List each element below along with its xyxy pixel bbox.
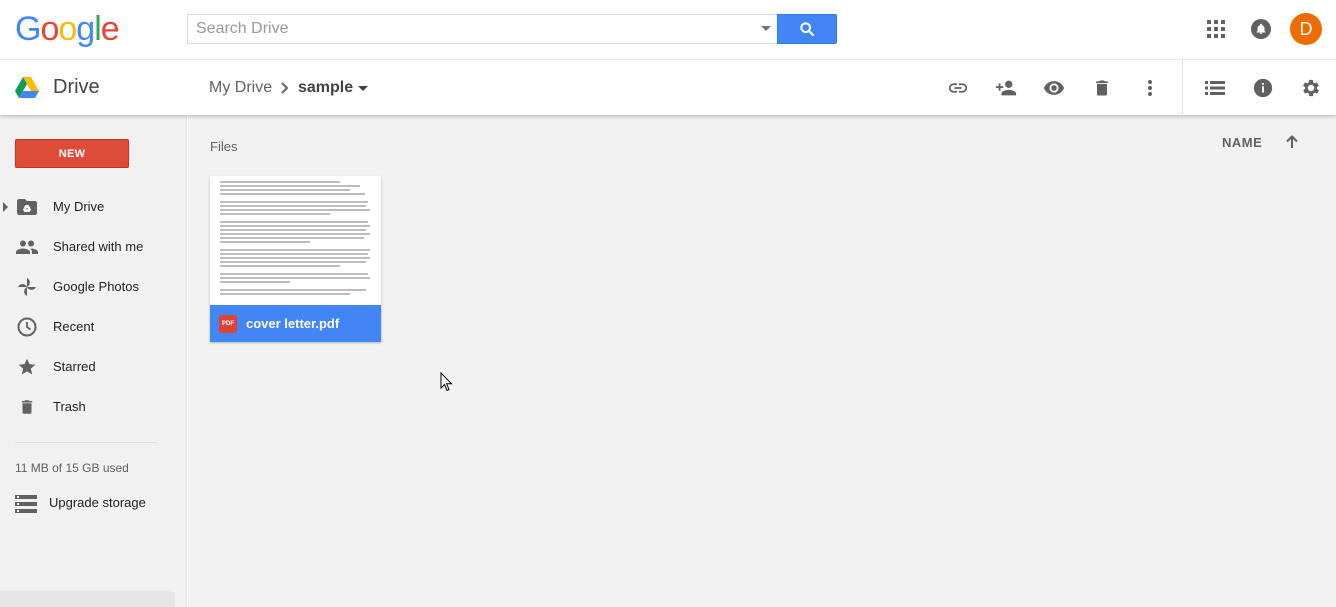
files-section-heading: Files — [210, 139, 238, 154]
top-bar: Google D — [0, 0, 1336, 59]
search-icon — [800, 22, 815, 37]
info-icon[interactable] — [1251, 76, 1275, 100]
drive-logo-icon[interactable] — [15, 77, 39, 98]
sidebar-item-label: Starred — [53, 359, 96, 374]
file-name: cover letter.pdf — [246, 316, 340, 331]
sidebar-item-starred[interactable]: Starred — [0, 351, 187, 383]
drive-toolbar: Drive My Drive sample — [0, 59, 1336, 116]
logo-letter: g — [76, 10, 95, 48]
search-input[interactable] — [188, 15, 748, 43]
app-title[interactable]: Drive — [53, 76, 100, 99]
mouse-cursor-icon — [440, 372, 453, 392]
pdf-file-icon: PDF — [219, 315, 237, 333]
expand-arrow-icon[interactable] — [3, 202, 8, 212]
sidebar-item-my-drive[interactable]: My Drive — [0, 191, 187, 223]
pinwheel-photos-icon — [16, 276, 38, 298]
logo-letter: o — [40, 10, 59, 48]
file-list-area: Files NAME PDF cover letter.pdf — [188, 115, 1336, 607]
search-button[interactable] — [777, 14, 837, 44]
search-box — [187, 14, 777, 44]
google-logo[interactable]: Google — [15, 10, 120, 49]
more-vert-icon[interactable] — [1138, 76, 1162, 100]
logo-letter: G — [15, 10, 41, 48]
breadcrumb-my-drive[interactable]: My Drive — [209, 79, 272, 97]
sidebar: NEW My Drive Shared with me Google Photo… — [0, 115, 187, 607]
sidebar-bottom-panel — [0, 591, 175, 607]
file-thumbnail — [210, 176, 381, 306]
search-options-dropdown-icon[interactable] — [761, 26, 771, 31]
star-icon — [16, 356, 38, 378]
sidebar-item-label: Recent — [53, 319, 95, 334]
sidebar-item-google-photos[interactable]: Google Photos — [0, 271, 187, 303]
avatar[interactable]: D — [1290, 13, 1322, 45]
chevron-right-icon — [281, 82, 289, 94]
sidebar-divider — [15, 442, 157, 443]
upgrade-storage-link[interactable]: Upgrade storage — [0, 489, 187, 519]
sort-by-name-button[interactable]: NAME — [1222, 135, 1262, 150]
sidebar-item-shared-with-me[interactable]: Shared with me — [0, 231, 187, 263]
new-button[interactable]: NEW — [15, 139, 129, 168]
upgrade-storage-label: Upgrade storage — [49, 495, 146, 510]
preview-eye-icon[interactable] — [1042, 76, 1066, 100]
sidebar-item-label: Shared with me — [53, 239, 144, 254]
breadcrumb-current-folder[interactable]: sample — [298, 79, 353, 97]
list-view-icon[interactable] — [1203, 76, 1227, 100]
trash-icon[interactable] — [1090, 76, 1114, 100]
sidebar-item-label: My Drive — [53, 199, 105, 214]
toolbar-divider — [1182, 60, 1183, 116]
folder-menu-dropdown-icon[interactable] — [358, 86, 368, 91]
share-person-add-icon[interactable] — [994, 76, 1018, 100]
sidebar-item-label: Trash — [53, 399, 86, 414]
sidebar-item-label: Google Photos — [53, 279, 140, 294]
get-link-icon[interactable] — [946, 76, 970, 100]
logo-letter: e — [100, 10, 120, 48]
storage-usage-text: 11 MB of 15 GB used — [15, 461, 129, 475]
notifications-bell-icon[interactable] — [1251, 19, 1271, 39]
file-name-bar[interactable]: PDF cover letter.pdf — [210, 305, 381, 342]
pdf-badge: PDF — [221, 319, 235, 329]
sidebar-item-recent[interactable]: Recent — [0, 311, 187, 343]
arrow-up-icon[interactable] — [1283, 133, 1301, 151]
sidebar-item-trash[interactable]: Trash — [0, 391, 187, 423]
file-card[interactable]: PDF cover letter.pdf — [210, 176, 381, 342]
settings-gear-icon[interactable] — [1299, 76, 1323, 100]
apps-grid-icon[interactable] — [1207, 20, 1225, 38]
trash-icon — [16, 396, 38, 418]
logo-letter: o — [58, 10, 77, 48]
my-drive-folder-icon — [16, 196, 38, 218]
storage-bars-icon — [15, 495, 37, 513]
people-icon — [16, 236, 38, 258]
clock-icon — [16, 316, 38, 338]
